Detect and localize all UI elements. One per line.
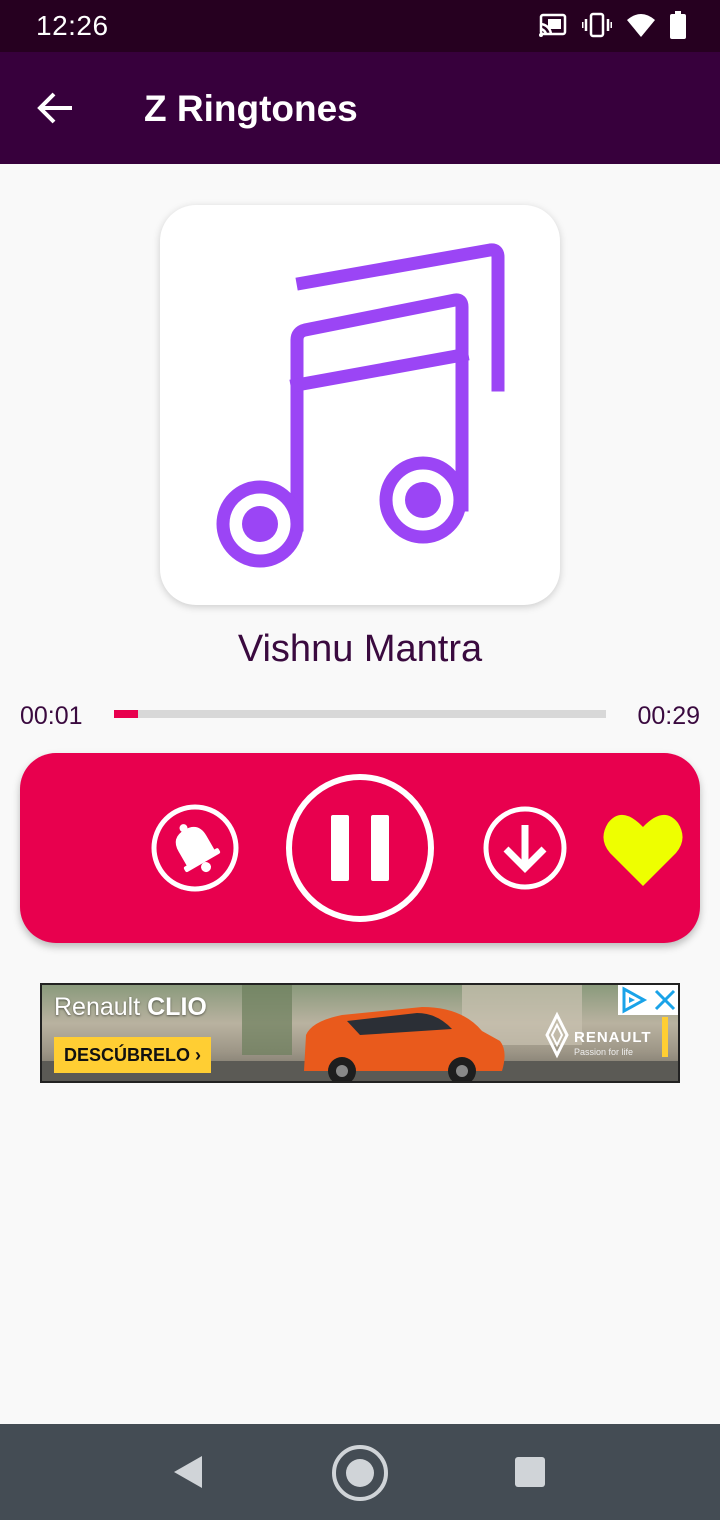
download-icon	[483, 806, 567, 890]
vibrate-icon	[581, 12, 613, 43]
cast-icon	[538, 12, 568, 43]
status-time: 12:26	[36, 10, 109, 41]
system-nav-bar	[0, 1424, 720, 1520]
total-time: 00:29	[637, 702, 700, 730]
download-button[interactable]	[482, 805, 568, 896]
track-title: Vishnu Mantra	[237, 628, 483, 670]
wifi-icon	[626, 12, 656, 43]
status-icons	[538, 11, 686, 44]
back-button[interactable]	[30, 82, 82, 134]
ad-banner[interactable]: Renault CLIO DESCÚBRELO › RENAULT Passio…	[40, 983, 680, 1083]
status-bar: 12:26	[0, 0, 720, 52]
bell-icon	[151, 804, 239, 892]
set-ringtone-button[interactable]	[150, 803, 240, 898]
app-title: Z Ringtones	[144, 88, 358, 129]
seek-bar[interactable]	[114, 710, 606, 718]
nav-home-button[interactable]	[331, 1444, 389, 1507]
ad-tagline: Passion for life	[574, 1047, 634, 1057]
player-controls	[20, 753, 700, 943]
nav-back-button[interactable]	[170, 1452, 210, 1497]
ad-brand: Renault CLIO	[54, 993, 207, 1021]
app-bar: Z Ringtones	[0, 52, 720, 164]
close-icon	[654, 989, 676, 1011]
arrow-back-icon	[37, 92, 72, 124]
pause-button[interactable]	[285, 773, 435, 928]
current-time: 00:01	[20, 702, 83, 730]
favorite-button[interactable]	[602, 809, 684, 894]
ad-choices[interactable]	[618, 985, 678, 1015]
nav-recents-button[interactable]	[514, 1456, 546, 1493]
adchoices-icon	[622, 986, 648, 1014]
music-notes-icon	[216, 243, 505, 568]
back-triangle-icon	[174, 1456, 202, 1488]
pause-icon	[286, 774, 434, 922]
battery-icon	[670, 11, 686, 44]
heart-icon	[603, 814, 683, 886]
artwork-card	[160, 205, 560, 605]
recents-square-icon	[515, 1457, 545, 1487]
home-circle-icon	[332, 1445, 388, 1501]
ad-logo-text: RENAULT	[574, 1029, 652, 1046]
seek-bar-progress	[114, 710, 138, 718]
ad-cta-button[interactable]: DESCÚBRELO ›	[54, 1037, 212, 1073]
